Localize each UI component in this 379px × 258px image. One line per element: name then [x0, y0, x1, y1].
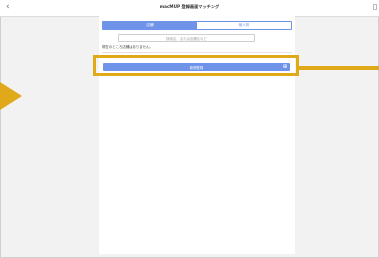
tab-individual[interactable]: 個人別	[197, 22, 291, 29]
page-title: macMUP 登録画面マッチング	[159, 4, 220, 9]
highlight-box	[93, 55, 299, 76]
segmented-tabs: 店舗 個人別	[102, 21, 292, 30]
divider	[102, 52, 292, 53]
search-input[interactable]: 検索名、または店舗名など	[118, 34, 255, 42]
callout-line	[299, 66, 379, 70]
pointer-arrow	[0, 82, 22, 110]
header-bar: ‹ macMUP 登録画面マッチング	[0, 0, 379, 17]
empty-notice: 現在のところ店舗はありません。	[102, 45, 153, 49]
window-control-icon[interactable]	[373, 4, 377, 10]
tab-store[interactable]: 店舗	[103, 22, 197, 29]
